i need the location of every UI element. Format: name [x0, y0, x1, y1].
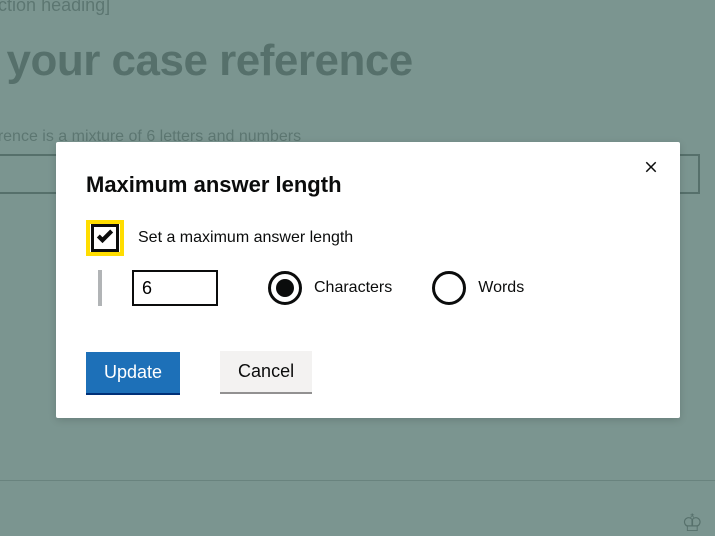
close-button[interactable] — [638, 154, 664, 183]
radio-words-label: Words — [478, 279, 524, 297]
radio-characters-label: Characters — [314, 279, 392, 297]
button-row: Update Cancel — [86, 351, 650, 394]
indent-bar — [98, 270, 102, 306]
update-button[interactable]: Update — [86, 352, 180, 393]
max-length-modal: Maximum answer length Set a maximum answ… — [56, 142, 680, 418]
radio-characters[interactable]: Characters — [268, 271, 392, 305]
checkmark-icon — [95, 226, 115, 251]
checkbox-row: Set a maximum answer length — [86, 220, 650, 256]
settings-row: Characters Words — [98, 270, 650, 306]
checkbox-label: Set a maximum answer length — [138, 229, 353, 247]
length-input[interactable] — [132, 270, 218, 306]
close-icon — [642, 164, 660, 179]
max-length-checkbox[interactable] — [86, 220, 124, 256]
cancel-button[interactable]: Cancel — [220, 351, 312, 394]
radio-selected-icon — [276, 279, 294, 297]
unit-radio-group: Characters Words — [268, 271, 524, 305]
radio-words[interactable]: Words — [432, 271, 524, 305]
modal-title: Maximum answer length — [86, 172, 650, 198]
